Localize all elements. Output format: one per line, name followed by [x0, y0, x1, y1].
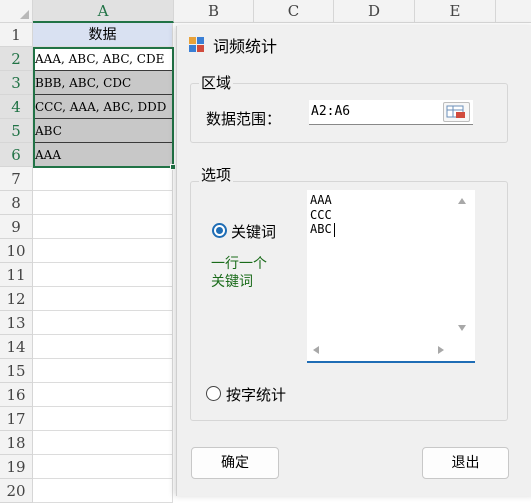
cell-a11[interactable] [33, 263, 173, 287]
selection-range [33, 47, 174, 168]
text-cursor [334, 223, 335, 237]
hint-line-1: 一行一个 [211, 256, 267, 272]
range-select-icon [446, 105, 465, 118]
cell-a1[interactable]: 数据 [33, 23, 173, 47]
exit-button[interactable]: 退出 [422, 447, 509, 479]
column-header-e[interactable]: E [415, 0, 496, 23]
cell-a10[interactable] [33, 239, 173, 263]
row-header-11[interactable]: 11 [0, 263, 33, 287]
cell-a15[interactable] [33, 359, 173, 383]
column-header-f[interactable] [496, 0, 531, 23]
column-header-a[interactable]: A [33, 0, 174, 23]
column-header-d[interactable]: D [334, 0, 415, 23]
row-header-20[interactable]: 20 [0, 479, 33, 503]
cell-a9[interactable] [33, 215, 173, 239]
cell-a17[interactable] [33, 407, 173, 431]
row-header-15[interactable]: 15 [0, 359, 33, 383]
cell-a16[interactable] [33, 383, 173, 407]
row-header-9[interactable]: 9 [0, 215, 33, 239]
row-header-16[interactable]: 16 [0, 383, 33, 407]
scroll-up-icon [458, 198, 466, 204]
row-header-10[interactable]: 10 [0, 239, 33, 263]
scroll-left-icon [313, 346, 319, 354]
row-header-14[interactable]: 14 [0, 335, 33, 359]
ok-button[interactable]: 确定 [191, 447, 279, 479]
row-header-4[interactable]: 4 [0, 95, 33, 119]
cell-a8[interactable] [33, 191, 173, 215]
keyword-radio[interactable] [212, 223, 227, 238]
keywords-textarea[interactable] [307, 190, 475, 363]
row-header-7[interactable]: 7 [0, 167, 33, 191]
options-group-label: 选项 [199, 164, 234, 185]
range-label: 数据范围： [206, 110, 282, 128]
cell-a13[interactable] [33, 311, 173, 335]
scroll-down-icon [458, 325, 466, 331]
cell-a19[interactable] [33, 455, 173, 479]
column-header-c[interactable]: C [254, 0, 334, 23]
row-header-1[interactable]: 1 [0, 23, 33, 47]
row-header-17[interactable]: 17 [0, 407, 33, 431]
app-icon [188, 35, 206, 53]
region-group-label: 区域 [199, 72, 234, 93]
scroll-right-icon [438, 346, 444, 354]
hint-line-2: 关键词 [211, 274, 253, 290]
char-count-radio[interactable] [206, 386, 221, 401]
row-header-2[interactable]: 2 [0, 47, 33, 71]
cell-a14[interactable] [33, 335, 173, 359]
keyword-radio-label[interactable]: 关键词 [231, 221, 276, 242]
cell-a12[interactable] [33, 287, 173, 311]
char-count-radio-label[interactable]: 按字统计 [226, 384, 286, 405]
cell-a18[interactable] [33, 431, 173, 455]
row-header-12[interactable]: 12 [0, 287, 33, 311]
select-all-corner[interactable] [0, 0, 33, 23]
row-header-19[interactable]: 19 [0, 455, 33, 479]
horizontal-scrollbar[interactable] [308, 343, 456, 357]
row-header-18[interactable]: 18 [0, 431, 33, 455]
row-header-5[interactable]: 5 [0, 119, 33, 143]
keywords-text: AAA CCC ABC [310, 193, 332, 236]
row-header-8[interactable]: 8 [0, 191, 33, 215]
column-header-b[interactable]: B [174, 0, 254, 23]
cell-a20[interactable] [33, 479, 173, 503]
row-header-3[interactable]: 3 [0, 71, 33, 95]
row-header-13[interactable]: 13 [0, 311, 33, 335]
range-select-button[interactable] [443, 102, 470, 122]
cell-a7[interactable] [33, 167, 173, 191]
row-header-6[interactable]: 6 [0, 143, 33, 167]
vertical-scrollbar[interactable] [455, 193, 470, 338]
dialog-title: 词频统计 [213, 37, 278, 56]
